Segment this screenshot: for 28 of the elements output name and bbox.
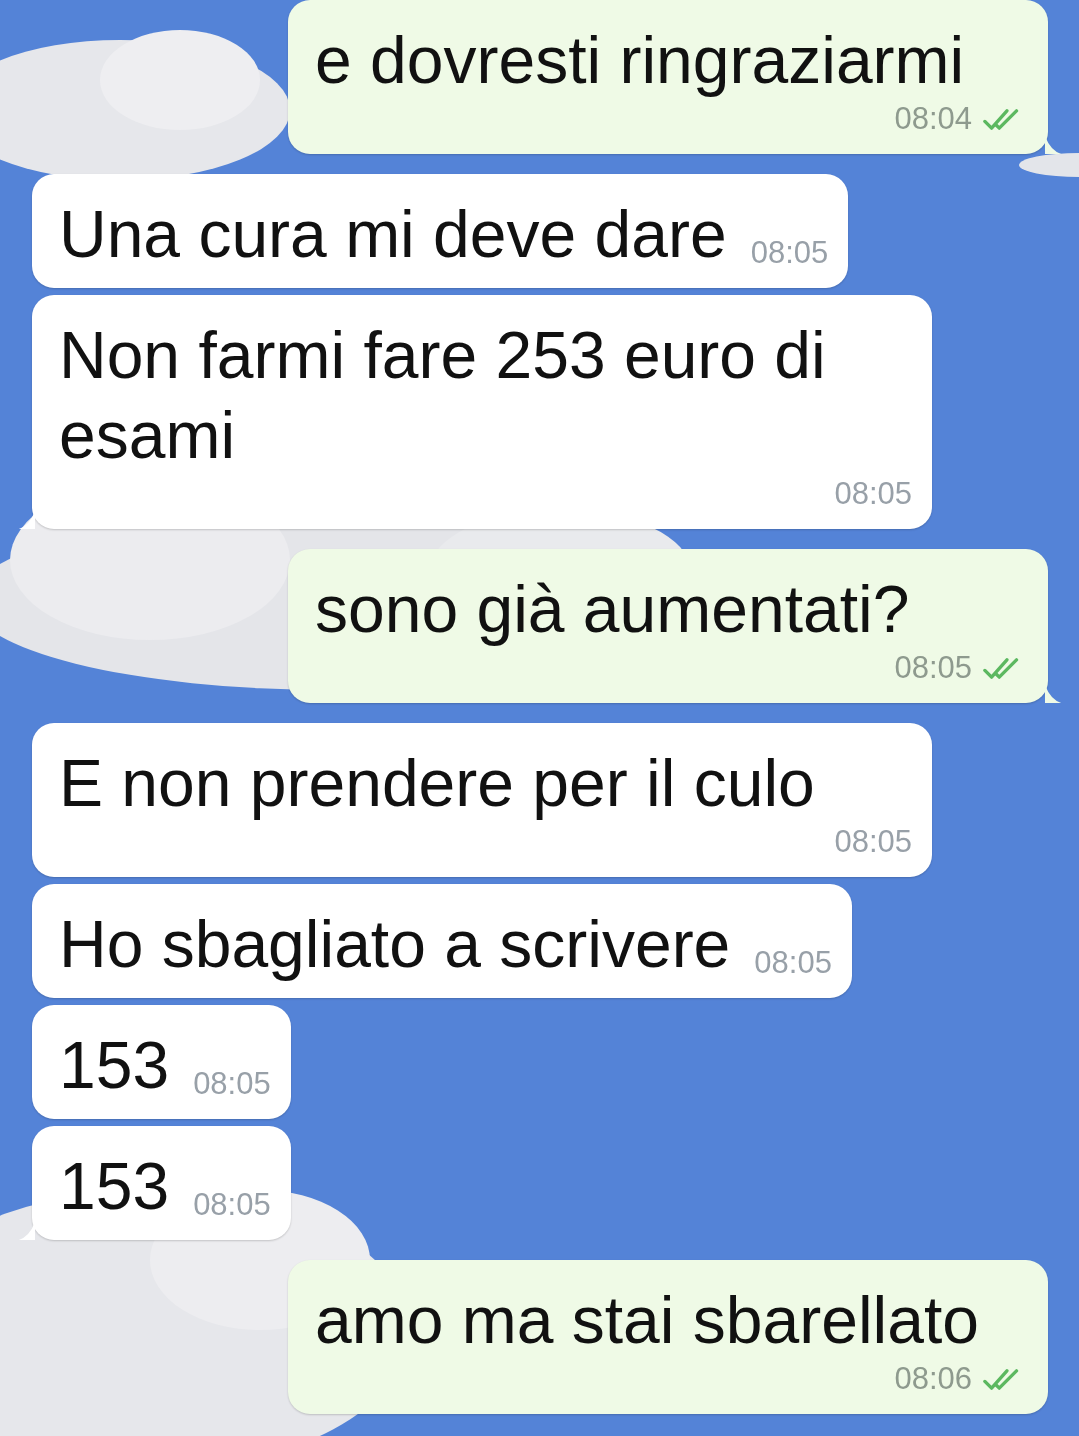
message-time: 08:05 — [193, 1065, 271, 1103]
message-bubble[interactable]: amo ma stai sbarellato 08:06 — [288, 1260, 1048, 1414]
message-bubble[interactable]: 153 08:05 — [32, 1126, 291, 1240]
message-bubble[interactable]: e dovresti ringraziarmi 08:04 — [288, 0, 1048, 154]
message-text: E non prendere per il culo — [59, 745, 815, 822]
message-time: 08:04 — [894, 100, 972, 138]
message-time: 08:05 — [894, 649, 972, 687]
message-text: Ho sbagliato a scrivere — [59, 906, 731, 983]
message-time: 08:05 — [834, 823, 912, 861]
message-text: 153 — [59, 1027, 170, 1104]
cloud — [1019, 153, 1079, 177]
message-bubble[interactable]: Non farmi fare 253 euro di esami 08:05 — [32, 295, 932, 529]
message-bubble[interactable]: 153 08:05 — [32, 1005, 291, 1119]
message-time: 08:05 — [754, 944, 832, 982]
message-bubble[interactable]: Una cura mi deve dare 08:05 — [32, 174, 849, 288]
message-bubble[interactable]: Ho sbagliato a scrivere 08:05 — [32, 884, 852, 998]
message-time: 08:06 — [894, 1360, 972, 1398]
message-text: Non farmi fare 253 euro di esami — [59, 317, 827, 474]
message-text: e dovresti ringraziarmi — [315, 22, 965, 99]
message-time: 08:05 — [750, 234, 829, 272]
message-bubble[interactable]: E non prendere per il culo 08:05 — [32, 723, 932, 877]
message-bubble[interactable]: sono già aumentati? 08:05 — [288, 549, 1048, 703]
message-text: sono già aumentati? — [315, 571, 910, 648]
message-text: 153 — [59, 1148, 170, 1225]
message-time: 08:05 — [193, 1186, 271, 1224]
message-text: amo ma stai sbarellato — [315, 1282, 979, 1359]
message-time: 08:05 — [834, 475, 912, 513]
message-text: Una cura mi deve dare — [59, 196, 727, 273]
